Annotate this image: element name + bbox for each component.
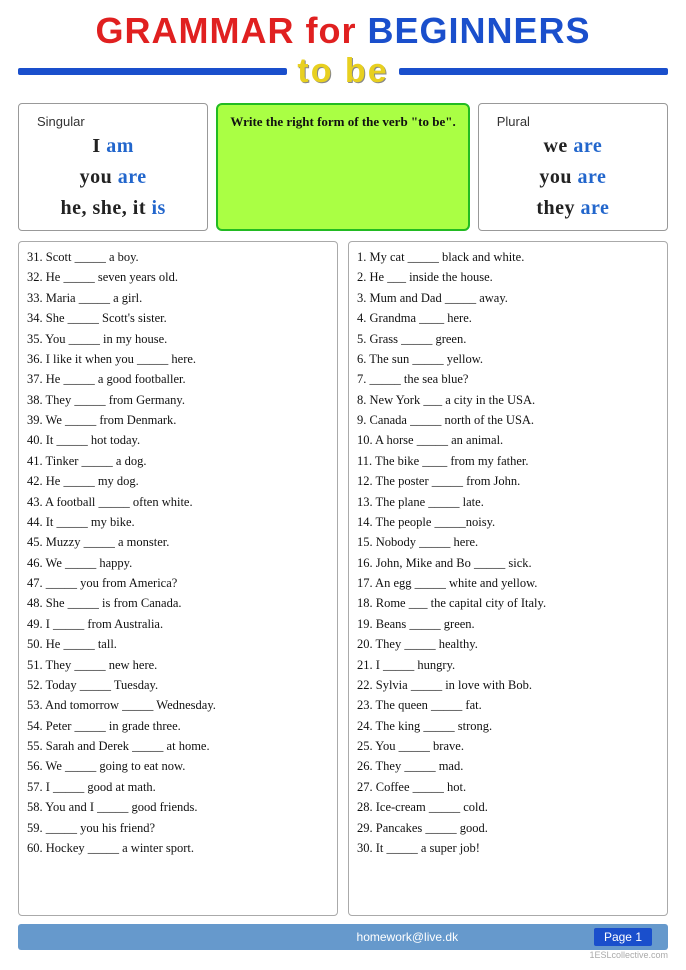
right-exercise-item: 19. Beans _____ green.	[357, 615, 659, 634]
right-exercise-item: 28. Ice-cream _____ cold.	[357, 798, 659, 817]
footer-page: Page 1	[594, 928, 652, 946]
left-exercise-item: 35. You _____ in my house.	[27, 330, 329, 349]
right-exercise-item: 30. It _____ a super job!	[357, 839, 659, 858]
exercises-row: 31. Scott _____ a boy.32. He _____ seven…	[18, 241, 668, 916]
right-exercise-item: 25. You _____ brave.	[357, 737, 659, 756]
left-exercise-item: 44. It _____ my bike.	[27, 513, 329, 532]
right-exercise-item: 3. Mum and Dad _____ away.	[357, 289, 659, 308]
subtitle-line: to be	[18, 52, 668, 91]
right-exercise-item: 21. I _____ hungry.	[357, 656, 659, 675]
right-exercise-item: 14. The people _____noisy.	[357, 513, 659, 532]
left-exercise-item: 51. They _____ new here.	[27, 656, 329, 675]
left-exercise-item: 55. Sarah and Derek _____ at home.	[27, 737, 329, 756]
right-exercise-item: 2. He ___ inside the house.	[357, 268, 659, 287]
right-exercise-item: 27. Coffee _____ hot.	[357, 778, 659, 797]
left-exercise-item: 46. We _____ happy.	[27, 554, 329, 573]
plural-content: we are you are they are	[497, 135, 649, 220]
footer: homework@live.dk Page 1	[18, 924, 668, 950]
singular-line-3: he, she, it is	[60, 197, 165, 220]
plural-label: Plural	[497, 114, 649, 129]
right-exercise-item: 8. New York ___ a city in the USA.	[357, 391, 659, 410]
plural-line-2: you are	[539, 166, 606, 189]
subtitle-text: to be	[287, 52, 398, 91]
are-word-you: are	[577, 166, 606, 188]
right-exercise-item: 16. John, Mike and Bo _____ sick.	[357, 554, 659, 573]
right-exercise-item: 20. They _____ healthy.	[357, 635, 659, 654]
right-exercise-item: 7. _____ the sea blue?	[357, 370, 659, 389]
main-title: GRAMMAR for BEGINNERS	[18, 10, 668, 52]
footer-email: homework@live.dk	[221, 930, 594, 944]
plural-line-1: we are	[543, 135, 602, 158]
title-area: GRAMMAR for BEGINNERS to be	[18, 10, 668, 91]
instruction-box: Write the right form of the verb "to be"…	[216, 103, 469, 231]
right-exercise-item: 23. The queen _____ fat.	[357, 696, 659, 715]
left-exercise-item: 48. She _____ is from Canada.	[27, 594, 329, 613]
right-exercise-item: 4. Grandma ____ here.	[357, 309, 659, 328]
left-exercise-item: 43. A football _____ often white.	[27, 493, 329, 512]
page: GRAMMAR for BEGINNERS to be Singular I a…	[0, 0, 686, 970]
left-exercise-item: 42. He _____ my dog.	[27, 472, 329, 491]
instruction-text: Write the right form of the verb "to be"…	[230, 114, 455, 129]
is-word: is	[151, 197, 165, 219]
left-exercise-item: 37. He _____ a good footballer.	[27, 370, 329, 389]
right-exercise-item: 11. The bike ____ from my father.	[357, 452, 659, 471]
left-exercise-item: 59. _____ you his friend?	[27, 819, 329, 838]
right-exercise-item: 10. A horse _____ an animal.	[357, 431, 659, 450]
singular-line-1: I am	[92, 135, 133, 158]
left-exercise-item: 40. It _____ hot today.	[27, 431, 329, 450]
right-exercise-item: 15. Nobody _____ here.	[357, 533, 659, 552]
plural-box: Plural we are you are they are	[478, 103, 668, 231]
title-grammar: GRAMMAR	[95, 10, 294, 51]
right-exercise-item: 26. They _____ mad.	[357, 757, 659, 776]
blue-bar-left	[18, 68, 287, 75]
left-exercise-item: 31. Scott _____ a boy.	[27, 248, 329, 267]
left-exercise-item: 47. _____ you from America?	[27, 574, 329, 593]
left-exercise-item: 60. Hockey _____ a winter sport.	[27, 839, 329, 858]
boxes-row: Singular I am you are he, she, it is Wri…	[18, 103, 668, 231]
right-exercise-item: 6. The sun _____ yellow.	[357, 350, 659, 369]
singular-line-2: you are	[80, 166, 147, 189]
right-exercise-item: 5. Grass _____ green.	[357, 330, 659, 349]
watermark: 1ESLcollective.com	[18, 950, 668, 960]
left-exercise-item: 41. Tinker _____ a dog.	[27, 452, 329, 471]
left-exercise-item: 57. I _____ good at math.	[27, 778, 329, 797]
are-word-they: are	[580, 197, 609, 219]
singular-label: Singular	[37, 114, 189, 129]
left-exercise-item: 52. Today _____ Tuesday.	[27, 676, 329, 695]
left-exercise-item: 45. Muzzy _____ a monster.	[27, 533, 329, 552]
left-exercise-item: 58. You and I _____ good friends.	[27, 798, 329, 817]
left-exercise-item: 53. And tomorrow _____ Wednesday.	[27, 696, 329, 715]
left-exercise-item: 50. He _____ tall.	[27, 635, 329, 654]
singular-box: Singular I am you are he, she, it is	[18, 103, 208, 231]
left-exercise-item: 34. She _____ Scott's sister.	[27, 309, 329, 328]
left-exercise-item: 39. We _____ from Denmark.	[27, 411, 329, 430]
right-exercise-item: 22. Sylvia _____ in love with Bob.	[357, 676, 659, 695]
singular-content: I am you are he, she, it is	[37, 135, 189, 220]
left-exercise-col: 31. Scott _____ a boy.32. He _____ seven…	[18, 241, 338, 916]
right-exercise-item: 9. Canada _____ north of the USA.	[357, 411, 659, 430]
are-word-we: are	[573, 135, 602, 157]
right-exercise-item: 29. Pancakes _____ good.	[357, 819, 659, 838]
left-exercise-item: 54. Peter _____ in grade three.	[27, 717, 329, 736]
left-exercise-item: 38. They _____ from Germany.	[27, 391, 329, 410]
am-word: am	[106, 135, 134, 157]
left-exercise-item: 49. I _____ from Australia.	[27, 615, 329, 634]
title-beginners: BEGINNERS	[367, 10, 590, 51]
title-for: for	[305, 10, 367, 51]
left-exercise-item: 36. I like it when you _____ here.	[27, 350, 329, 369]
right-exercise-item: 1. My cat _____ black and white.	[357, 248, 659, 267]
left-exercise-item: 33. Maria _____ a girl.	[27, 289, 329, 308]
are-word-singular: are	[118, 166, 147, 188]
right-exercise-item: 13. The plane _____ late.	[357, 493, 659, 512]
plural-line-3: they are	[536, 197, 609, 220]
left-exercise-item: 32. He _____ seven years old.	[27, 268, 329, 287]
right-exercise-col: 1. My cat _____ black and white.2. He __…	[348, 241, 668, 916]
right-exercise-item: 24. The king _____ strong.	[357, 717, 659, 736]
blue-bar-right	[399, 68, 668, 75]
right-exercise-item: 12. The poster _____ from John.	[357, 472, 659, 491]
right-exercise-item: 17. An egg _____ white and yellow.	[357, 574, 659, 593]
right-exercise-item: 18. Rome ___ the capital city of Italy.	[357, 594, 659, 613]
left-exercise-item: 56. We _____ going to eat now.	[27, 757, 329, 776]
